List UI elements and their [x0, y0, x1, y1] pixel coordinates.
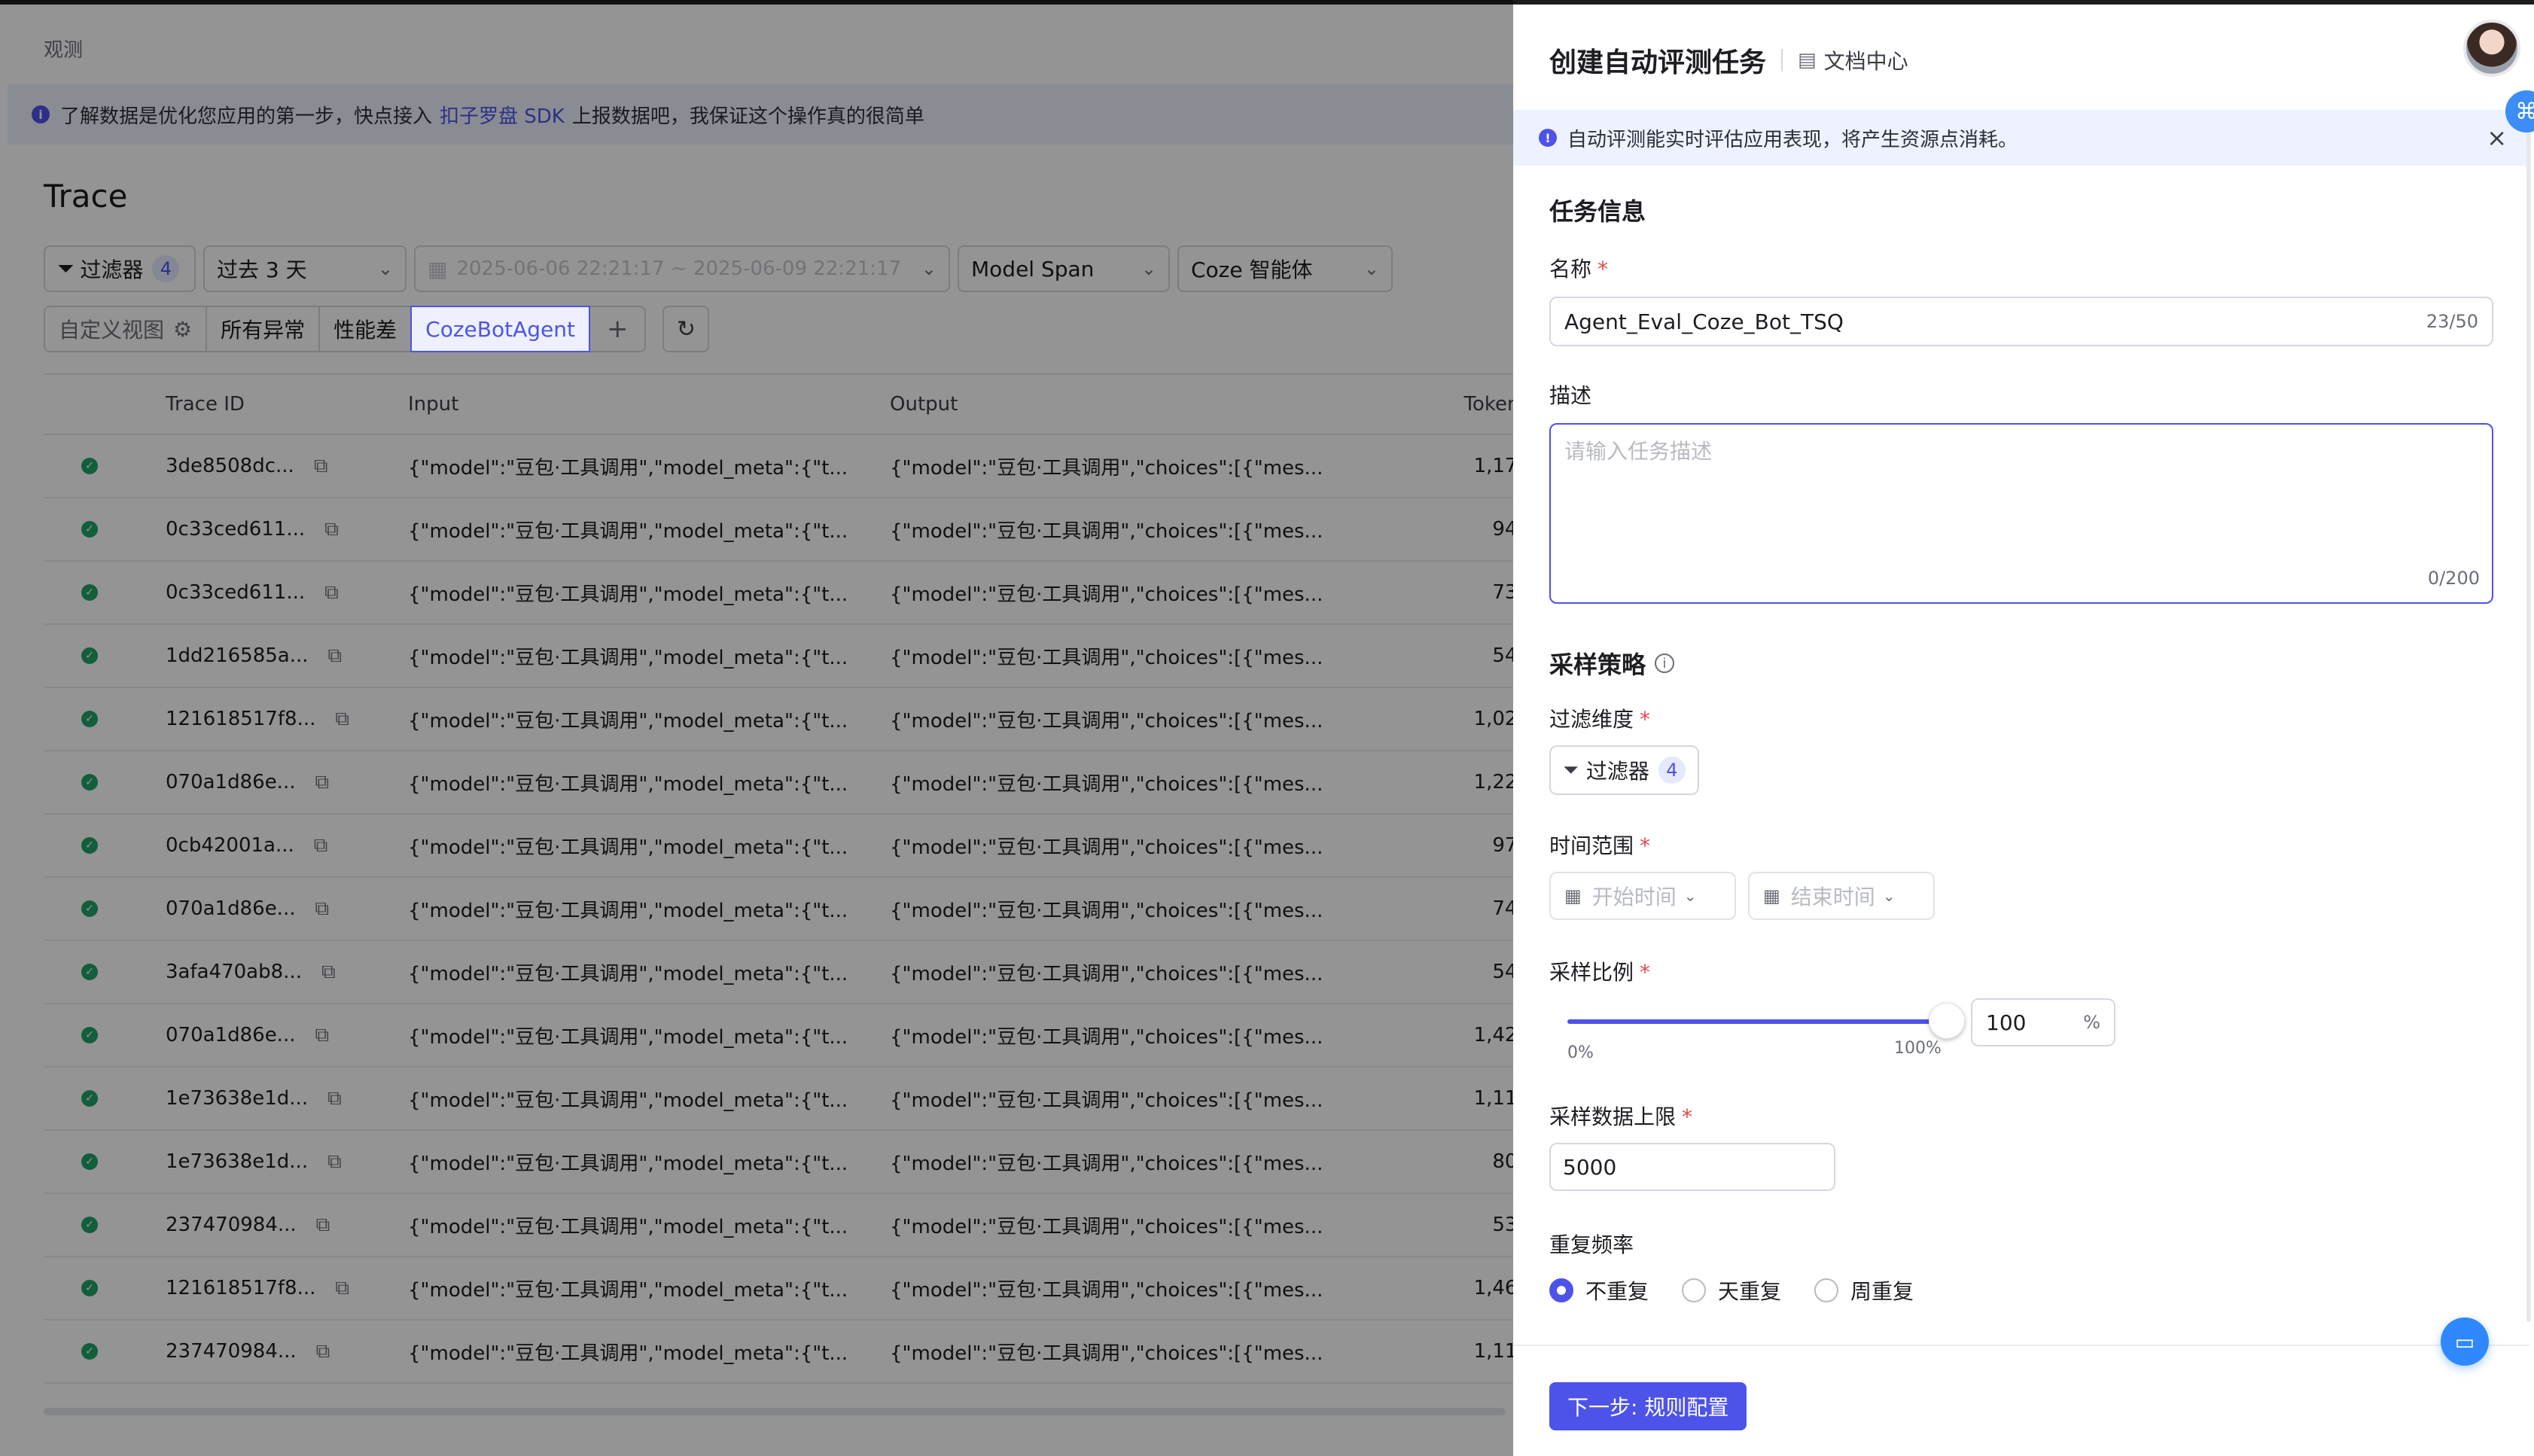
desc-placeholder: 请输入任务描述	[1564, 439, 1713, 464]
required-mark: *	[1640, 833, 1651, 858]
info-circle-icon[interactable]: i	[1655, 653, 1675, 673]
sampling-filter-count-badge: 4	[1658, 757, 1686, 784]
name-input-value: Agent_Eval_Coze_Bot_TSQ	[1564, 309, 1844, 334]
close-icon[interactable]: ×	[2487, 123, 2507, 152]
next-step-button[interactable]: 下一步: 规则配置	[1549, 1382, 1747, 1430]
slider-handle[interactable]	[1929, 1003, 1965, 1039]
desc-char-count: 0/200	[2427, 568, 2480, 589]
create-eval-task-drawer: 创建自动评测任务 ▤ 文档中心 ! 自动评测能实时评估应用表现，将产生资源点消耗…	[1513, 0, 2534, 1456]
doc-center-link[interactable]: ▤ 文档中心	[1798, 45, 1908, 75]
time-range-label: 时间范围 *	[1549, 830, 1650, 860]
ratio-input[interactable]: 100 %	[1971, 998, 2115, 1046]
modal-overlay[interactable]	[0, 0, 1513, 1456]
required-mark: *	[1597, 257, 1609, 282]
doc-center-label: 文档中心	[1823, 49, 1908, 74]
ratio-label: 采样比例 *	[1549, 956, 1650, 986]
desc-label-text: 描述	[1549, 383, 1592, 408]
radio-circle	[1549, 1278, 1573, 1302]
name-field-label: 名称 *	[1549, 253, 1608, 283]
chevron-down-icon: ⌄	[1882, 887, 1896, 905]
name-char-count: 23/50	[2426, 311, 2478, 332]
drawer-scrollbar[interactable]	[2526, 95, 2531, 1322]
calendar-icon: ▦	[1564, 885, 1582, 906]
ratio-input-value: 100	[1986, 1010, 2027, 1035]
radio-label: 不重复	[1585, 1279, 1649, 1304]
filter-dim-label-text: 过滤维度	[1549, 707, 1634, 732]
footer-divider	[1513, 1345, 2529, 1346]
required-mark: *	[1640, 707, 1651, 732]
time-range-pickers: ▦ 开始时间 ⌄ ▦ 结束时间 ⌄	[1549, 872, 1935, 920]
desc-field-label: 描述	[1549, 379, 1591, 410]
radio-circle	[1682, 1278, 1707, 1302]
alert-text: 自动评测能实时评估应用表现，将产生资源点消耗。	[1567, 128, 2018, 151]
section-title-sampling: 采样策略 i	[1549, 646, 1675, 681]
divider	[1781, 49, 1783, 72]
filter-dim-label: 过滤维度 *	[1549, 703, 1650, 733]
ratio-label-text: 采样比例	[1549, 960, 1634, 985]
repeat-label: 重复频率	[1549, 1229, 1634, 1259]
cost-alert: ! 自动评测能实时评估应用表现，将产生资源点消耗。 ×	[1513, 110, 2529, 166]
sampling-ratio-slider[interactable]	[1567, 1003, 1965, 1039]
limit-label: 采样数据上限 *	[1549, 1101, 1692, 1131]
end-time-picker[interactable]: ▦ 结束时间 ⌄	[1748, 872, 1935, 920]
end-time-placeholder: 结束时间	[1790, 885, 1875, 909]
section-title-task-info: 任务信息	[1549, 193, 1646, 227]
sampling-filter-button[interactable]: ⏷ 过滤器 4	[1549, 745, 1699, 795]
sample-limit-input[interactable]: 5000	[1549, 1143, 1835, 1191]
radio-label: 天重复	[1718, 1279, 1782, 1304]
radio-daily[interactable]: 天重复	[1682, 1275, 1781, 1305]
radio-weekly[interactable]: 周重复	[1814, 1275, 1914, 1305]
radio-circle	[1814, 1278, 1839, 1302]
document-icon: ▤	[1798, 49, 1817, 72]
ratio-unit: %	[2083, 1012, 2100, 1033]
required-mark: *	[1682, 1104, 1693, 1129]
sampling-filter-label: 过滤器	[1585, 759, 1649, 784]
view-tab-cozebotagent[interactable]: CozeBotAgent	[410, 306, 590, 352]
slider-fill	[1567, 1019, 1947, 1024]
name-input[interactable]: Agent_Eval_Coze_Bot_TSQ 23/50	[1549, 297, 2493, 346]
drawer-title: 创建自动评测任务	[1549, 47, 1767, 78]
start-time-placeholder: 开始时间	[1591, 885, 1677, 909]
filter-icon: ⏷	[1563, 758, 1579, 781]
required-mark: *	[1640, 960, 1651, 985]
radio-no-repeat[interactable]: 不重复	[1549, 1275, 1649, 1305]
repeat-label-text: 重复频率	[1549, 1232, 1634, 1257]
radio-label: 周重复	[1850, 1279, 1914, 1304]
section-task-label: 任务信息	[1549, 197, 1646, 226]
calendar-icon: ▦	[1763, 885, 1780, 906]
avatar[interactable]	[2463, 20, 2520, 77]
slider-min-label: 0%	[1567, 1043, 1594, 1062]
time-range-label-text: 时间范围	[1549, 833, 1634, 858]
info-icon: !	[1539, 129, 1557, 147]
section-sampling-label: 采样策略	[1549, 650, 1646, 679]
limit-label-text: 采样数据上限	[1549, 1104, 1677, 1129]
description-textarea[interactable]: 请输入任务描述 0/200	[1549, 423, 2493, 604]
slider-max-label: 100%	[1894, 1039, 1942, 1058]
chevron-down-icon: ⌄	[1683, 887, 1697, 905]
repeat-radio-group: 不重复 天重复 周重复	[1549, 1275, 1914, 1305]
drawer-header: 创建自动评测任务 ▤ 文档中心	[1549, 41, 1908, 80]
chat-icon[interactable]: ▭	[2441, 1317, 2489, 1366]
start-time-picker[interactable]: ▦ 开始时间 ⌄	[1549, 872, 1736, 920]
limit-input-value: 5000	[1563, 1154, 1617, 1180]
name-label-text: 名称	[1549, 257, 1592, 282]
